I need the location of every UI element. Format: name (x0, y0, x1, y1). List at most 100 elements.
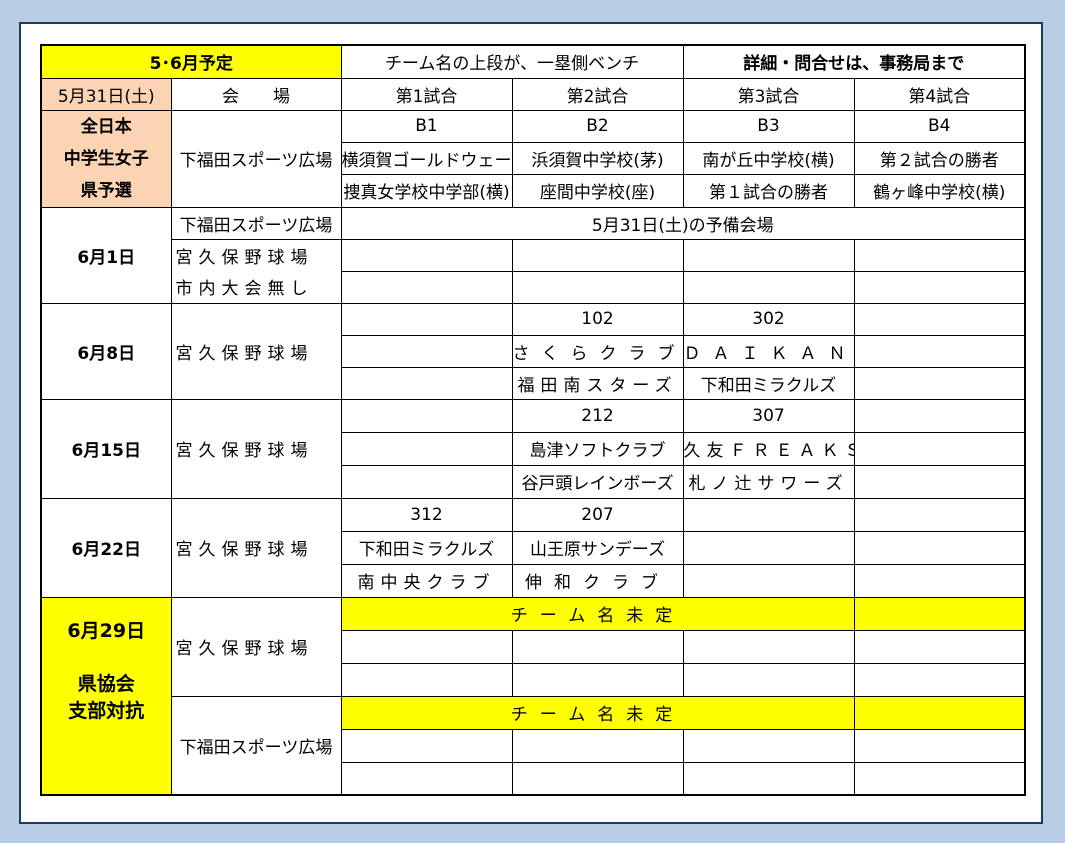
game-code: 102 (511, 302, 684, 336)
empty-slot (853, 761, 1026, 796)
game-code: 212 (511, 398, 684, 433)
team-upper: 浜須賀中学校(茅) (511, 141, 684, 176)
tournament-category: 全日本 中学生女子 県予選 (40, 109, 172, 208)
empty-slot (682, 270, 855, 304)
schedule-table: 5･6月予定 チーム名の上段が、一塁側ベンチ 詳細・問合せは、事務局まで 5月3… (40, 44, 1027, 796)
category-line-1: 県協会 (77, 672, 135, 695)
venue-cell: 宮久保野球場 (170, 497, 342, 598)
team-upper: ＤＡＩＫＡＮ (682, 334, 855, 368)
venue-cell: 宮久保野球場 (170, 596, 342, 697)
team-upper (853, 530, 1026, 565)
team-upper: 下和田ミラクルズ (340, 530, 513, 565)
date-cell: 6月22日 (40, 497, 172, 598)
date-label: 6月29日 (67, 619, 146, 642)
empty-slot (853, 238, 1026, 272)
no-city-tournament-note: 市内大会無し (170, 271, 342, 304)
reserve-venue-note: 5月31日(土)の予備会場 (340, 206, 1026, 240)
team-lower (340, 366, 513, 400)
team-upper: 久友ＦＲＥＡＫＳ (682, 431, 855, 466)
empty-slot (511, 238, 684, 272)
empty-slot (511, 728, 684, 763)
empty-slot (853, 629, 1026, 664)
empty-slot (511, 629, 684, 664)
venue-cell: 宮久保野球場 (170, 302, 342, 400)
category-line-3: 県予選 (80, 180, 132, 201)
game3-header: 第3試合 (682, 77, 855, 111)
empty-slot (853, 695, 1026, 730)
undecided-teams: チーム名未定 (340, 596, 855, 631)
empty-slot (511, 270, 684, 304)
empty-slot (340, 761, 513, 796)
category-line-2: 支部対抗 (68, 699, 145, 722)
team-lower: 札ノ辻サワーズ (682, 464, 855, 499)
team-upper: 山王原サンデーズ (511, 530, 684, 565)
game2-header: 第2試合 (511, 77, 684, 111)
empty-slot (853, 662, 1026, 697)
game-code (853, 302, 1026, 336)
category-line-1: 全日本 (80, 116, 132, 137)
team-lower (682, 563, 855, 598)
date-cell: 6月8日 (40, 302, 172, 400)
team-lower: 谷戸頭レインボーズ (511, 464, 684, 499)
empty-slot (340, 270, 513, 304)
game-code (340, 302, 513, 336)
team-upper (853, 431, 1026, 466)
game-code: B1 (340, 109, 513, 143)
game-code: 312 (340, 497, 513, 532)
game-code: B3 (682, 109, 855, 143)
venue-cell: 宮久保野球場 (170, 238, 342, 271)
team-upper: さくらクラブ (511, 334, 684, 368)
venue-cell: 下福田スポーツ広場 (170, 206, 342, 240)
date-cell: 6月15日 (40, 398, 172, 499)
bench-note: チーム名の上段が、一塁側ベンチ (340, 44, 684, 79)
team-upper: 横須賀ゴールドウェーブ (340, 141, 513, 176)
team-lower: 第１試合の勝者 (682, 174, 855, 208)
empty-slot (340, 629, 513, 664)
team-upper (340, 334, 513, 368)
team-upper (682, 530, 855, 565)
date-cell: 6月29日 県協会 支部対抗 (40, 596, 172, 796)
empty-slot (511, 662, 684, 697)
empty-slot (682, 761, 855, 796)
team-lower (853, 563, 1026, 598)
team-upper (340, 431, 513, 466)
schedule-title: 5･6月予定 (40, 44, 342, 79)
venue-cell: 下福田スポーツ広場 (170, 109, 342, 208)
empty-slot (682, 629, 855, 664)
contact-note: 詳細・問合せは、事務局まで (682, 44, 1026, 79)
game-code: B4 (853, 109, 1026, 143)
empty-slot (340, 238, 513, 272)
team-lower: 下和田ミラクルズ (682, 366, 855, 400)
team-lower: 福田南スターズ (511, 366, 684, 400)
empty-slot (853, 728, 1026, 763)
team-lower (853, 366, 1026, 400)
empty-slot (853, 596, 1026, 631)
game-code: 207 (511, 497, 684, 532)
team-lower: 鶴ヶ峰中学校(横) (853, 174, 1026, 208)
empty-slot (682, 238, 855, 272)
team-upper (853, 334, 1026, 368)
game-code (340, 398, 513, 433)
date-cell: 6月1日 (40, 206, 172, 304)
empty-slot (682, 662, 855, 697)
game-code: 307 (682, 398, 855, 433)
empty-slot (682, 728, 855, 763)
empty-slot (511, 761, 684, 796)
team-lower (853, 464, 1026, 499)
game-code (853, 398, 1026, 433)
team-upper: 第２試合の勝者 (853, 141, 1026, 176)
empty-slot (340, 728, 513, 763)
game-code (682, 497, 855, 532)
team-lower: 捜真女学校中学部(横) (340, 174, 513, 208)
team-upper: 島津ソフトクラブ (511, 431, 684, 466)
venue-cell: 下福田スポーツ広場 (170, 695, 342, 796)
empty-slot (853, 270, 1026, 304)
team-lower: 南中央クラブ (340, 563, 513, 598)
game-code (853, 497, 1026, 532)
team-upper: 南が丘中学校(横) (682, 141, 855, 176)
empty-slot (340, 662, 513, 697)
date-header: 5月31日(土) (40, 77, 172, 111)
venue-header: 会 場 (170, 77, 342, 111)
team-lower: 座間中学校(座) (511, 174, 684, 208)
category-line-2: 中学生女子 (63, 148, 149, 169)
